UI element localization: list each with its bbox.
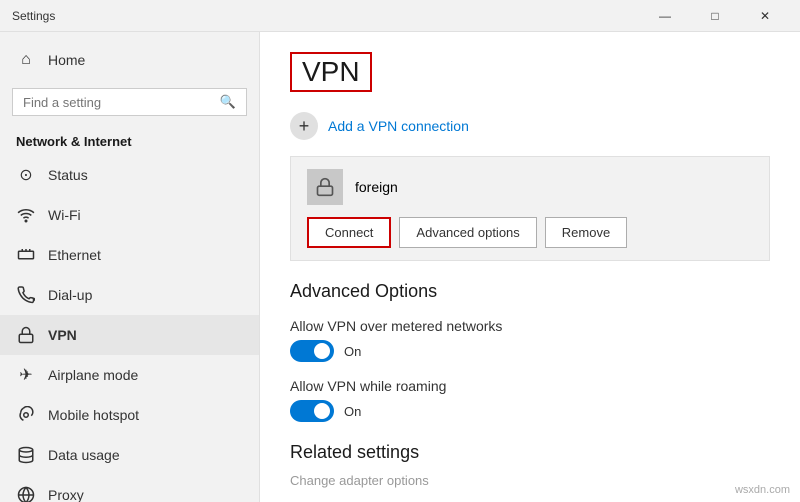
connect-button[interactable]: Connect — [307, 217, 391, 248]
sidebar-item-label: Airplane mode — [48, 367, 138, 383]
maximize-button[interactable]: □ — [692, 0, 738, 32]
vpn-connection-header: foreign — [307, 169, 753, 205]
related-settings-heading: Related settings — [290, 442, 770, 463]
sidebar-item-ethernet[interactable]: Ethernet — [0, 235, 259, 275]
sidebar-search-box[interactable]: 🔍 — [12, 88, 247, 116]
titlebar: Settings — □ ✕ — [0, 0, 800, 32]
status-icon: ⊙ — [16, 165, 36, 185]
app-body: ⌂ Home 🔍 Network & Internet ⊙ Status Wi-… — [0, 32, 800, 502]
sidebar-item-proxy[interactable]: Proxy — [0, 475, 259, 502]
sidebar-item-label: VPN — [48, 327, 77, 343]
sidebar-item-label: Dial-up — [48, 287, 92, 303]
wifi-icon — [16, 205, 36, 225]
vpn-connection-card: foreign Connect Advanced options Remove — [290, 156, 770, 261]
search-icon: 🔍 — [220, 94, 236, 110]
sidebar-item-wifi[interactable]: Wi-Fi — [0, 195, 259, 235]
toggle-roaming-control: On — [290, 400, 770, 422]
page-title: VPN — [290, 52, 372, 92]
dialup-icon — [16, 285, 36, 305]
data-icon — [16, 445, 36, 465]
sidebar-item-status[interactable]: ⊙ Status — [0, 155, 259, 195]
airplane-icon: ✈ — [16, 365, 36, 385]
add-vpn-label: Add a VPN connection — [328, 118, 469, 134]
sidebar-item-label: Mobile hotspot — [48, 407, 139, 423]
sidebar-item-label: Ethernet — [48, 247, 101, 263]
advanced-options-button[interactable]: Advanced options — [399, 217, 536, 248]
toggle-metered-control: On — [290, 340, 770, 362]
sidebar-item-label: Wi-Fi — [48, 207, 81, 223]
toggle-metered-state: On — [344, 344, 361, 359]
toggle-metered-row: Allow VPN over metered networks On — [290, 318, 770, 362]
vpn-connection-name: foreign — [355, 179, 398, 195]
toggle-metered[interactable] — [290, 340, 334, 362]
add-vpn-button[interactable]: + Add a VPN connection — [290, 112, 770, 140]
toggle-metered-label: Allow VPN over metered networks — [290, 318, 770, 334]
toggle-roaming-state: On — [344, 404, 361, 419]
advanced-options-heading: Advanced Options — [290, 281, 770, 302]
close-button[interactable]: ✕ — [742, 0, 788, 32]
watermark: wsxdn.com — [735, 484, 790, 496]
sidebar-item-airplane[interactable]: ✈ Airplane mode — [0, 355, 259, 395]
toggle-roaming-row: Allow VPN while roaming On — [290, 378, 770, 422]
toggle-roaming[interactable] — [290, 400, 334, 422]
sidebar-item-label: Data usage — [48, 447, 120, 463]
sidebar-section-title: Network & Internet — [0, 124, 259, 155]
home-icon: ⌂ — [16, 50, 36, 70]
minimize-button[interactable]: — — [642, 0, 688, 32]
remove-button[interactable]: Remove — [545, 217, 627, 248]
change-adapter-link[interactable]: Change adapter options — [290, 473, 770, 488]
titlebar-controls: — □ ✕ — [642, 0, 788, 32]
proxy-icon — [16, 485, 36, 502]
sidebar-home-label: Home — [48, 52, 85, 68]
search-input[interactable] — [23, 95, 212, 110]
sidebar-item-vpn[interactable]: VPN — [0, 315, 259, 355]
ethernet-icon — [16, 245, 36, 265]
titlebar-title: Settings — [12, 9, 55, 23]
sidebar-item-hotspot[interactable]: Mobile hotspot — [0, 395, 259, 435]
vpn-icon — [16, 325, 36, 345]
sidebar-item-data[interactable]: Data usage — [0, 435, 259, 475]
sidebar-item-label: Proxy — [48, 487, 84, 502]
sidebar: ⌂ Home 🔍 Network & Internet ⊙ Status Wi-… — [0, 32, 260, 502]
main-content: VPN + Add a VPN connection foreign Conne… — [260, 32, 800, 502]
hotspot-icon — [16, 405, 36, 425]
sidebar-item-dialup[interactable]: Dial-up — [0, 275, 259, 315]
add-plus-icon: + — [290, 112, 318, 140]
vpn-action-buttons: Connect Advanced options Remove — [307, 217, 753, 248]
sidebar-item-label: Status — [48, 167, 88, 183]
toggle-roaming-label: Allow VPN while roaming — [290, 378, 770, 394]
sidebar-item-home[interactable]: ⌂ Home — [0, 40, 259, 80]
vpn-connection-icon — [307, 169, 343, 205]
